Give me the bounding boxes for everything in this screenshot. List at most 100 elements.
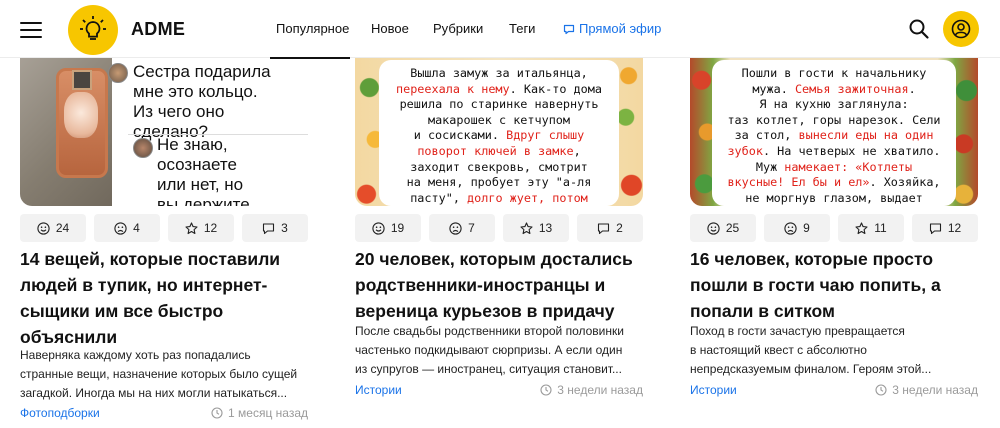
story-text-segment: за стол, xyxy=(734,128,799,143)
article-meta: Фотоподборки 1 месяц назад xyxy=(20,406,308,424)
story-text-segment: Вышла замуж за итальянца, xyxy=(410,66,588,80)
story-line: заходит свекровь, смотрит xyxy=(387,160,611,176)
reaction-sad[interactable]: 9 xyxy=(764,214,830,242)
reaction-bar: 19 7 13 2 xyxy=(355,214,643,244)
article-card[interactable]: Вышла замуж за итальянца, переехала к нем… xyxy=(355,58,643,428)
story-text-segment: на меня, пробует эту "а-ля xyxy=(406,175,592,190)
story-text-card: Пошли в гости к начальнику мужа. Семья за… xyxy=(712,60,956,206)
story-line: вкусные! Ел бы и ел». Хозяйка, xyxy=(720,175,948,191)
reaction-count: 9 xyxy=(803,221,810,235)
story-text: Пошли в гости к начальнику мужа. Семья за… xyxy=(720,66,948,206)
nav-new[interactable]: Новое xyxy=(371,21,409,36)
clock-icon xyxy=(540,384,552,396)
highlighted-text: Семья зажиточная xyxy=(794,81,909,96)
story-line: поворот ключей в замке, xyxy=(387,144,611,160)
story-text-segment: пасту", xyxy=(410,190,468,205)
star-icon xyxy=(520,221,533,234)
story-text-segment: таз котлет, горы нарезок. Сели xyxy=(727,112,941,127)
story-line: Муж намекает: «Котлеты xyxy=(720,160,948,176)
reaction-comments[interactable]: 12 xyxy=(912,214,978,242)
reaction-star[interactable]: 12 xyxy=(168,214,234,242)
profile-button[interactable] xyxy=(943,11,979,47)
active-nav-indicator xyxy=(270,57,350,59)
image-caption-answer: Не знаю, осознаете или нет, но вы держит… xyxy=(157,135,250,206)
story-text-segment: , xyxy=(573,143,581,158)
reaction-star[interactable]: 11 xyxy=(838,214,904,242)
story-line: за стол, вынесли еды на один xyxy=(720,128,948,144)
publish-time: 1 месяц назад xyxy=(211,406,308,420)
reaction-like[interactable]: 19 xyxy=(355,214,421,242)
story-text-segment: макарошек с кетчупом xyxy=(427,112,571,127)
publish-time-label: 3 недели назад xyxy=(892,383,978,397)
story-text-segment: решила по старинке навернуть xyxy=(399,97,599,112)
story-text-segment: . Как-то дома xyxy=(509,81,602,96)
story-text: Вышла замуж за итальянца, переехала к нем… xyxy=(387,66,611,206)
sad-icon xyxy=(449,221,462,235)
reaction-count: 12 xyxy=(203,221,218,235)
reaction-comments[interactable]: 3 xyxy=(242,214,308,242)
highlighted-text: зубок xyxy=(727,143,763,158)
logo[interactable] xyxy=(68,5,118,55)
story-text-segment: заходит свекровь, смотрит xyxy=(410,159,588,174)
story-line: зубок. На четверых не хватило. xyxy=(720,144,948,160)
reaction-count: 4 xyxy=(133,221,140,235)
story-line: мужа. Семья зажиточная. xyxy=(720,82,948,98)
nav-tags[interactable]: Теги xyxy=(509,21,535,36)
nav-rubrics[interactable]: Рубрики xyxy=(433,21,483,36)
category-link[interactable]: Фотоподборки xyxy=(20,406,100,420)
story-text-segment: Пошли в гости к начальнику xyxy=(741,66,927,80)
story-line: пасту", долго жует, потом xyxy=(387,191,611,206)
story-text-segment: мужа. xyxy=(752,81,795,96)
nav-popular[interactable]: Популярное xyxy=(276,21,349,36)
star-icon xyxy=(185,221,198,234)
story-text-segment: . На четверых не хватило. xyxy=(762,143,941,158)
comment-icon xyxy=(263,222,275,234)
avatar xyxy=(133,138,153,158)
article-title[interactable]: 16 человек, которые просто пошли в гости… xyxy=(690,246,978,324)
brand-name[interactable]: ADME xyxy=(131,19,185,40)
smile-icon xyxy=(372,221,385,235)
article-thumbnail[interactable]: Вышла замуж за итальянца, переехала к нем… xyxy=(355,58,643,206)
article-thumbnail[interactable]: Пошли в гости к начальнику мужа. Семья за… xyxy=(690,58,978,206)
article-meta: Истории 3 недели назад xyxy=(690,383,978,401)
category-link[interactable]: Истории xyxy=(690,383,737,397)
reaction-star[interactable]: 13 xyxy=(503,214,569,242)
image-caption-question: Сестра подарила мне это кольцо. Из чего … xyxy=(133,62,271,141)
article-card[interactable]: Сестра подарила мне это кольцо. Из чего … xyxy=(20,58,308,428)
highlighted-text: переехала к нему xyxy=(396,81,510,96)
reaction-sad[interactable]: 7 xyxy=(429,214,495,242)
nav-live-label: Прямой эфир xyxy=(579,21,662,36)
site-header: ADME Популярное Новое Рубрики Теги Прямо… xyxy=(0,0,1000,59)
story-text-segment: . xyxy=(908,81,916,96)
category-link[interactable]: Истории xyxy=(355,383,402,397)
nav-live[interactable]: Прямой эфир xyxy=(563,21,661,36)
story-line: макарошек с кетчупом xyxy=(387,113,611,129)
lightbulb-icon xyxy=(80,16,106,40)
reaction-count: 2 xyxy=(616,221,623,235)
reaction-sad[interactable]: 4 xyxy=(94,214,160,242)
story-line: Я на кухню заглянула: xyxy=(720,97,948,113)
ring-photo xyxy=(20,58,120,206)
story-line: на меня, пробует эту "а-ля xyxy=(387,175,611,191)
reaction-count: 13 xyxy=(538,221,553,235)
menu-icon[interactable] xyxy=(20,22,42,38)
reaction-like[interactable]: 25 xyxy=(690,214,756,242)
reaction-bar: 24 4 12 3 xyxy=(20,214,308,244)
highlighted-text: долго жует, потом xyxy=(467,190,588,205)
star-icon xyxy=(855,221,868,234)
article-thumbnail[interactable]: Сестра подарила мне это кольцо. Из чего … xyxy=(20,58,308,206)
reaction-comments[interactable]: 2 xyxy=(577,214,643,242)
story-text-segment: . Хозяйка, xyxy=(869,175,941,190)
reaction-count: 25 xyxy=(725,221,740,235)
story-text-segment: Муж xyxy=(755,159,785,174)
reaction-like[interactable]: 24 xyxy=(20,214,86,242)
article-title[interactable]: 14 вещей, которые поставили людей в тупи… xyxy=(20,246,308,350)
smile-icon xyxy=(37,221,50,235)
search-button[interactable] xyxy=(908,18,930,40)
article-description: Поход в гости зачастую превращается в на… xyxy=(690,324,932,376)
article-title[interactable]: 20 человек, которым достались родственни… xyxy=(355,246,643,324)
story-line: Вышла замуж за итальянца, xyxy=(387,66,611,82)
publish-time-label: 3 недели назад xyxy=(557,383,643,397)
story-text-card: Вышла замуж за итальянца, переехала к нем… xyxy=(379,60,619,206)
article-card[interactable]: Пошли в гости к начальнику мужа. Семья за… xyxy=(690,58,978,428)
